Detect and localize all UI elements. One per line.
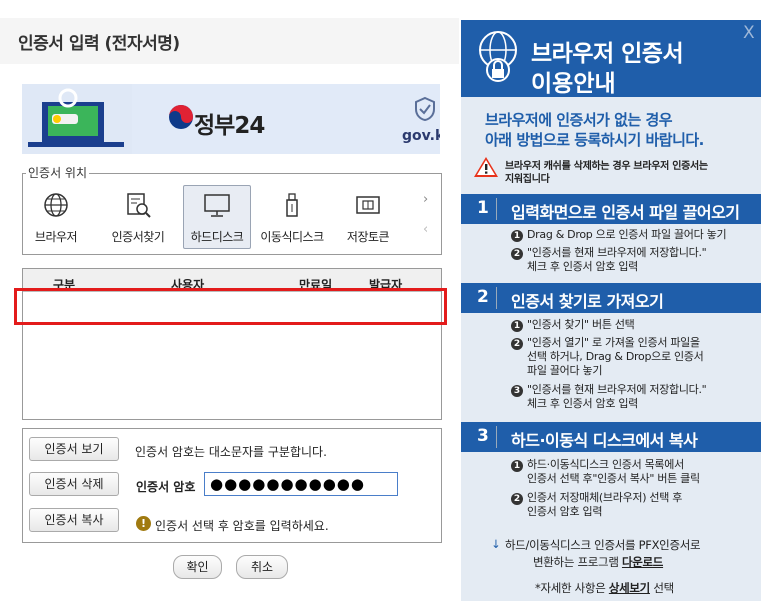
step-text: 체크 후 인증서 암호 입력 — [527, 260, 638, 273]
section-number: 3 — [477, 426, 489, 446]
download-link[interactable]: 다운로드 — [622, 555, 663, 569]
location-removable-disk[interactable]: 이동식디스크 — [259, 186, 325, 248]
section-title: 인증서 찾기로 가져오기 — [511, 292, 664, 311]
delete-certificate-button[interactable]: 인증서 삭제 — [29, 472, 119, 496]
location-label: 인증서찾기 — [111, 230, 165, 244]
view-certificate-button[interactable]: 인증서 보기 — [29, 437, 119, 461]
gov-domain: gov.kr — [402, 128, 440, 144]
case-sensitive-note: 인증서 암호는 대소문자를 구분합니다. — [135, 445, 327, 459]
step-text: 체크 후 인증서 암호 입력 — [527, 397, 638, 410]
certificate-location-group: 인증서 위치 브라우저 인증서찾기 하드디스크 이동식디스크 저장토큰 › ‹ — [22, 164, 442, 255]
section-title: 하드·이동식 디스크에서 복사 — [511, 431, 698, 450]
step-text: "인증서 찾기" 버튼 선택 — [527, 318, 635, 331]
step-bullet-2: 2 — [511, 338, 523, 350]
guide-section-1: 1 입력화면으로 인증서 파일 끌어오기 — [461, 194, 761, 224]
location-label: 하드디스크 — [190, 230, 244, 244]
gov24-brand: 정부24 — [194, 113, 265, 139]
highlight-box — [14, 288, 447, 325]
usb-icon — [286, 193, 298, 217]
location-cert-search[interactable]: 인증서찾기 — [105, 186, 171, 248]
gov24-banner: 정부24 gov.kr — [22, 84, 440, 154]
certificate-search-icon — [127, 193, 151, 218]
guide-intro-line2: 아래 방법으로 등록하시기 바랍니다. — [485, 131, 704, 149]
scroll-left-icon[interactable]: ‹ — [423, 222, 428, 237]
globe-icon — [44, 193, 68, 217]
taeguk-logo-icon — [169, 105, 193, 129]
section-divider — [496, 287, 497, 309]
shield-check-icon — [415, 96, 435, 122]
location-label: 이동식디스크 — [260, 230, 324, 244]
dialog-title-bar: 인증서 입력 (전자서명) — [0, 18, 459, 64]
location-legend: 인증서 위치 — [26, 164, 90, 181]
certificate-dialog: 인증서 입력 (전자서명) 정부24 gov.kr 인증서 위치 브라우저 — [0, 0, 459, 601]
warning-icon — [474, 157, 498, 177]
location-label: 저장토큰 — [346, 230, 390, 244]
confirm-button[interactable]: 확인 — [173, 555, 222, 579]
step-text: 인증서 암호 입력 — [527, 505, 603, 518]
footer-line3-post: 선택 — [649, 581, 674, 595]
footer-line2-text: 변환하는 프로그램 — [533, 555, 622, 569]
location-label: 브라우저 — [34, 230, 78, 244]
token-icon — [356, 196, 380, 214]
step-bullet-1: 1 — [511, 460, 523, 472]
password-label: 인증서 암호 — [136, 480, 196, 494]
section-divider — [496, 426, 497, 448]
step-bullet-2: 2 — [511, 248, 523, 260]
globe-lock-icon — [479, 31, 517, 82]
section-number: 1 — [477, 198, 489, 218]
warning-line2: 지워집니다 — [505, 174, 550, 185]
step-text: 선택 하거나, Drag & Drop으로 인증서 — [527, 350, 704, 363]
footer-line2: 변환하는 프로그램 다운로드 — [533, 554, 663, 570]
step-text: "인증서 열기" 로 가져올 인증서 파일을 — [527, 336, 700, 349]
guide-header: 브라우저 인증서 이용안내 X — [461, 20, 761, 97]
copy-certificate-button[interactable]: 인증서 복사 — [29, 508, 119, 532]
dialog-title: 인증서 입력 (전자서명) — [18, 34, 180, 54]
monitor-icon — [204, 194, 230, 217]
step-text: 하드·이동식디스크 인증서 목록에서 — [527, 458, 684, 471]
banner-illustration — [22, 84, 132, 154]
password-input[interactable]: ●●●●●●●●●●● — [204, 472, 398, 496]
location-security-token[interactable]: 저장토큰 — [335, 186, 401, 248]
step-text: Drag & Drop 으로 인증서 파일 끌어다 놓기 — [527, 228, 727, 241]
guide-title-line1: 브라우저 인증서 — [531, 41, 684, 67]
certificate-actions: 인증서 보기 인증서 암호는 대소문자를 구분합니다. 인증서 삭제 인증서 암… — [22, 428, 442, 543]
guide-title-line2: 이용안내 — [531, 71, 616, 97]
cancel-button[interactable]: 취소 — [236, 555, 288, 579]
location-hard-disk[interactable]: 하드디스크 — [183, 185, 251, 249]
step-text: 인증서 저장매체(브라우저) 선택 후 — [527, 491, 683, 504]
section-title: 입력화면으로 인증서 파일 끌어오기 — [511, 203, 740, 222]
step-bullet-1: 1 — [511, 320, 523, 332]
browser-certificate-guide: 브라우저 인증서 이용안내 X 브라우저에 인증서가 없는 경우 아래 방법으로… — [461, 20, 761, 601]
section-divider — [496, 198, 497, 220]
password-hint: 인증서 선택 후 암호를 입력하세요. — [155, 519, 329, 533]
step-bullet-1: 1 — [511, 230, 523, 242]
step-bullet-2: 2 — [511, 493, 523, 505]
location-browser[interactable]: 브라우저 — [23, 186, 89, 248]
guide-section-2: 2 인증서 찾기로 가져오기 — [461, 283, 761, 313]
download-icon: ↓ — [491, 537, 501, 551]
footer-line3-pre: *자세한 사항은 — [535, 581, 609, 595]
step-bullet-3: 3 — [511, 385, 523, 397]
footer-line3: *자세한 사항은 상세보기 선택 — [535, 580, 674, 596]
step-text: 인증서 선택 후"인증서 복사" 버튼 클릭 — [527, 472, 700, 485]
scroll-right-icon[interactable]: › — [423, 192, 428, 207]
section-number: 2 — [477, 287, 489, 307]
step-text: "인증서를 현재 브라우저에 저장합니다." — [527, 383, 707, 396]
footer-line1: 하드/이동식디스크 인증서를 PFX인증서로 — [505, 538, 701, 552]
step-text: 파일 끌어다 놓기 — [527, 364, 603, 377]
info-icon: ! — [136, 516, 151, 531]
details-link[interactable]: 상세보기 — [609, 581, 650, 595]
step-text: "인증서를 현재 브라우저에 저장합니다." — [527, 246, 707, 259]
close-icon[interactable]: X — [743, 23, 755, 43]
guide-section-3: 3 하드·이동식 디스크에서 복사 — [461, 422, 761, 452]
guide-intro-line1: 브라우저에 인증서가 없는 경우 — [485, 111, 673, 129]
